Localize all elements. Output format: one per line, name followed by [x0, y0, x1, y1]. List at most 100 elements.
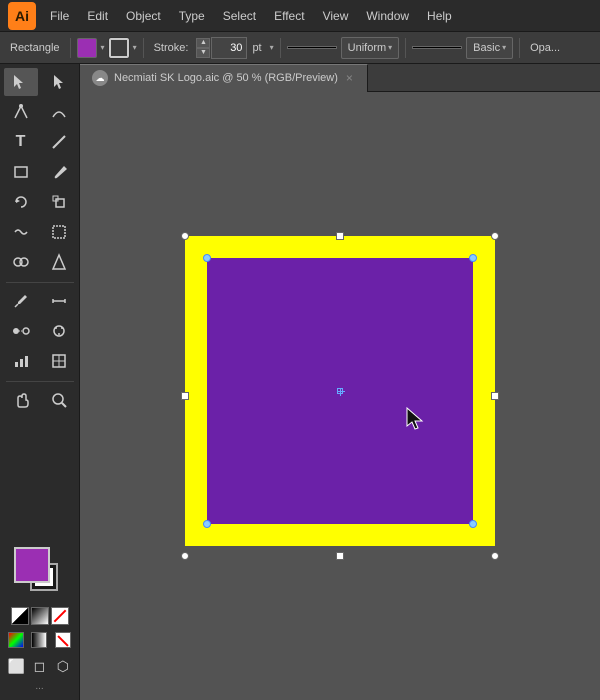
warp-tool[interactable]: [4, 218, 38, 246]
artwork: [185, 236, 495, 556]
canvas-area[interactable]: ☁ Necmiati SK Logo.aic @ 50 % (RGB/Previ…: [80, 64, 600, 700]
scale-tool[interactable]: [42, 188, 76, 216]
cloud-icon: ☁: [92, 70, 108, 86]
curvature-tool[interactable]: [42, 98, 76, 126]
menu-window[interactable]: Window: [358, 5, 417, 27]
stroke-value-input[interactable]: [211, 37, 247, 59]
stroke-unit: pt: [248, 42, 265, 54]
menu-bar: Ai File Edit Object Type Select Effect V…: [0, 0, 600, 32]
handle-ml[interactable]: [181, 392, 189, 400]
handle-bc[interactable]: [336, 552, 344, 560]
opacity-label: Opa...: [526, 42, 564, 54]
free-transform-tool[interactable]: [42, 218, 76, 246]
stroke-mode-btn[interactable]: ◻: [29, 655, 50, 677]
measure-tool[interactable]: [42, 287, 76, 315]
eyedropper-tool[interactable]: [4, 287, 38, 315]
tool-separator-2: [6, 381, 74, 382]
color-mode-row: [6, 629, 74, 651]
yellow-rectangle[interactable]: [185, 236, 495, 546]
perspective-tool[interactable]: [42, 248, 76, 276]
stroke-label: Stroke:: [150, 42, 193, 54]
divider-5: [519, 38, 520, 58]
fill-mode-btn[interactable]: ⬜: [6, 655, 27, 677]
uniform-label: Uniform: [348, 42, 387, 54]
uniform-dropdown-arrow: ▾: [388, 43, 392, 52]
slice-tool[interactable]: [42, 347, 76, 375]
color-stack: [14, 547, 66, 599]
inner-handle-bl[interactable]: [203, 520, 211, 528]
none-swatch[interactable]: [51, 607, 69, 625]
rectangle-tool[interactable]: [4, 158, 38, 186]
line-tool[interactable]: [42, 128, 76, 156]
main-area: T: [0, 64, 600, 700]
gradient-swatch[interactable]: [31, 607, 49, 625]
pen-tool[interactable]: [4, 98, 38, 126]
color-mode-btn[interactable]: [6, 629, 27, 651]
menu-file[interactable]: File: [42, 5, 77, 27]
basic-dropdown[interactable]: Basic ▾: [466, 37, 513, 59]
handle-tr[interactable]: [491, 232, 499, 240]
symbol-sprayer-tool[interactable]: [42, 317, 76, 345]
menu-edit[interactable]: Edit: [79, 5, 116, 27]
tool-separator-1: [6, 282, 74, 283]
gradient-mode-btn[interactable]: [29, 629, 50, 651]
inner-handle-br[interactable]: [469, 520, 477, 528]
shape-label: Rectangle: [6, 42, 64, 54]
handle-br[interactable]: [491, 552, 499, 560]
basic-dropdown-arrow: ▾: [502, 43, 506, 52]
tool-row-11: [4, 386, 76, 414]
direct-selection-tool[interactable]: [42, 68, 76, 96]
handle-tc[interactable]: [336, 232, 344, 240]
menu-effect[interactable]: Effect: [266, 5, 312, 27]
selection-tool[interactable]: [4, 68, 38, 96]
tool-row-4: [4, 158, 76, 186]
none-mode-btn[interactable]: [52, 629, 73, 651]
menu-help[interactable]: Help: [419, 5, 460, 27]
blend-tool[interactable]: [4, 317, 38, 345]
center-indicator: [337, 388, 343, 394]
toolbox: T: [0, 64, 80, 700]
handle-bl[interactable]: [181, 552, 189, 560]
tab-title: Necmiati SK Logo.aic @ 50 % (RGB/Preview…: [114, 72, 338, 84]
stroke-swatch[interactable]: [109, 38, 129, 58]
stroke-decrement-btn[interactable]: ▼: [196, 48, 210, 58]
uniform-dropdown[interactable]: Uniform ▾: [341, 37, 400, 59]
handle-mr[interactable]: [491, 392, 499, 400]
tab-close-btn[interactable]: ×: [344, 71, 355, 85]
type-tool[interactable]: T: [4, 128, 38, 156]
divider-3: [280, 38, 281, 58]
document-tab[interactable]: ☁ Necmiati SK Logo.aic @ 50 % (RGB/Previ…: [80, 64, 368, 92]
inner-handle-tr[interactable]: [469, 254, 477, 262]
stroke-unit-dropdown[interactable]: ▾: [270, 43, 274, 52]
menu-type[interactable]: Type: [171, 5, 213, 27]
fill-color-swatch[interactable]: [14, 547, 50, 583]
graph-tool[interactable]: [4, 347, 38, 375]
shape-builder-tool[interactable]: [4, 248, 38, 276]
hand-tool[interactable]: [4, 386, 38, 414]
tool-row-3: T: [4, 128, 76, 156]
handle-tl[interactable]: [181, 232, 189, 240]
basic-label: Basic: [473, 42, 500, 54]
black-white-swatch[interactable]: [11, 607, 29, 625]
tab-bar: ☁ Necmiati SK Logo.aic @ 50 % (RGB/Previ…: [80, 64, 600, 92]
menu-view[interactable]: View: [315, 5, 357, 27]
canvas-content[interactable]: [80, 92, 600, 700]
rotate-tool[interactable]: [4, 188, 38, 216]
stroke-increment-btn[interactable]: ▲: [196, 38, 210, 48]
toolbar: Rectangle ▾ ▾ Stroke: ▲ ▼ pt ▾ Uniform ▾…: [0, 32, 600, 64]
menu-object[interactable]: Object: [118, 5, 169, 27]
tool-row-7: [4, 248, 76, 276]
inner-handle-tl[interactable]: [203, 254, 211, 262]
tool-row-2: [4, 98, 76, 126]
line-style-preview-2[interactable]: [412, 46, 462, 49]
zoom-tool[interactable]: [42, 386, 76, 414]
more-tools-label[interactable]: ...: [35, 681, 43, 692]
fill-swatch[interactable]: [77, 38, 97, 58]
paintbrush-tool[interactable]: [42, 158, 76, 186]
appearance-mode-btn[interactable]: ⬡: [52, 655, 73, 677]
line-style-preview[interactable]: [287, 46, 337, 49]
menu-select[interactable]: Select: [215, 5, 264, 27]
stroke-swatch-dropdown[interactable]: ▾: [133, 43, 137, 52]
purple-rectangle[interactable]: [207, 258, 473, 524]
fill-dropdown-arrow[interactable]: ▾: [101, 43, 105, 52]
